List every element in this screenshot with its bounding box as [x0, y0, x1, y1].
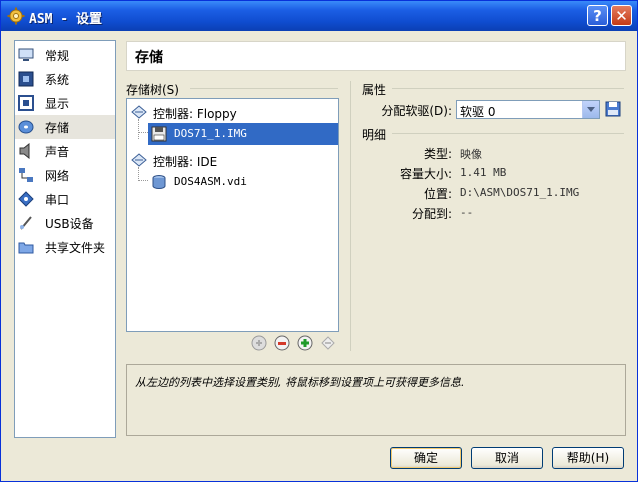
- remove-controller-icon[interactable]: [274, 335, 290, 351]
- tree-item-ide-disk[interactable]: DOS4ASM.vdi: [148, 171, 338, 193]
- folder-icon: [18, 242, 34, 254]
- tree-item-label: DOS71_1.IMG: [174, 127, 247, 140]
- divider: [392, 88, 624, 89]
- sidebar-item-label: USB设备: [45, 217, 94, 231]
- detail-key: 位置:: [423, 187, 452, 201]
- sidebar-item-general[interactable]: 常规: [15, 43, 115, 67]
- sidebar-item-usb[interactable]: USB设备: [15, 211, 115, 235]
- serial-port-icon: [18, 191, 34, 207]
- sidebar-item-system[interactable]: 系统: [15, 67, 115, 91]
- details-label: 明细: [362, 128, 387, 142]
- title-bar[interactable]: ASM - 设置 ? ✕: [1, 1, 637, 31]
- ok-button[interactable]: 确定: [390, 447, 462, 469]
- info-panel: 从左边的列表中选择设置类别, 将鼠标移到设置项上可获得更多信息.: [126, 364, 626, 436]
- sidebar-item-label: 存储: [45, 121, 70, 135]
- display-icon: [18, 95, 34, 111]
- divider: [350, 81, 351, 351]
- tree-connector: [138, 180, 148, 181]
- detail-value-location: D:\ASM\DOS71_1.IMG: [460, 186, 580, 199]
- sidebar-item-label: 声音: [45, 145, 70, 159]
- disk-icon: [18, 120, 34, 134]
- usb-icon: [20, 216, 32, 230]
- sidebar-item-shared-folders[interactable]: 共享文件夹: [15, 235, 115, 259]
- tree-item-floppy-image[interactable]: DOS71_1.IMG: [148, 123, 338, 145]
- add-attachment-icon[interactable]: [297, 335, 313, 351]
- remove-attachment-icon[interactable]: [320, 335, 336, 351]
- monitor-icon: [18, 48, 34, 61]
- settings-category-list: 常规 系统 显示 存储 声音 网络 串口 USB设备 共享文件夹: [14, 40, 116, 438]
- help-title-button[interactable]: ?: [587, 5, 608, 26]
- sidebar-item-label: 系统: [45, 73, 70, 87]
- sidebar-item-storage[interactable]: 存储: [15, 115, 115, 139]
- chip-icon: [18, 71, 34, 87]
- detail-value-attached-to: --: [460, 206, 474, 219]
- attributes-label: 属性: [362, 83, 387, 97]
- add-controller-icon[interactable]: [251, 335, 267, 351]
- info-text: 从左边的列表中选择设置类别, 将鼠标移到设置项上可获得更多信息.: [135, 376, 465, 389]
- dialog-body: 常规 系统 显示 存储 声音 网络 串口 USB设备 共享文件夹 存储 存储树(…: [4, 31, 634, 478]
- detail-value-size: 1.41 MB: [460, 166, 507, 179]
- page-title-box: 存储: [126, 41, 626, 71]
- controller-icon: [131, 153, 147, 167]
- gear-icon: [7, 7, 25, 25]
- tree-item-floppy-controller[interactable]: 控制器: Floppy: [127, 101, 338, 123]
- settings-dialog: ASM - 设置 ? ✕ 常规 系统 显示 存储 声音 网络 串口 USB设备 …: [0, 0, 638, 482]
- tree-item-label: DOS4ASM.vdi: [174, 175, 247, 188]
- sidebar-item-label: 常规: [45, 49, 70, 63]
- tree-item-ide-controller[interactable]: 控制器: IDE: [127, 149, 338, 171]
- speaker-icon: [19, 143, 30, 159]
- sidebar-item-network[interactable]: 网络: [15, 163, 115, 187]
- sidebar-item-label: 网络: [45, 169, 70, 183]
- detail-value-type: 映像: [460, 148, 482, 161]
- window-title: ASM - 设置: [29, 12, 102, 27]
- help-button[interactable]: 帮助(H): [552, 447, 624, 469]
- floppy-drive-select[interactable]: 软驱 0: [456, 100, 600, 119]
- sidebar-item-audio[interactable]: 声音: [15, 139, 115, 163]
- sidebar-item-label: 共享文件夹: [45, 241, 106, 255]
- floppy-icon: [151, 126, 167, 142]
- cancel-button[interactable]: 取消: [471, 447, 543, 469]
- sidebar-item-display[interactable]: 显示: [15, 91, 115, 115]
- detail-key: 分配到:: [411, 207, 452, 221]
- storage-tree[interactable]: 控制器: Floppy DOS71_1.IMG 控制器: IDE DOS4ASM…: [126, 98, 339, 332]
- tree-item-label: 控制器: Floppy: [153, 107, 237, 121]
- network-icon: [19, 168, 33, 182]
- hard-disk-icon: [152, 175, 166, 190]
- storage-tree-label: 存储树(S): [126, 83, 179, 97]
- tree-item-label: 控制器: IDE: [153, 155, 218, 169]
- sidebar-item-label: 显示: [45, 97, 70, 111]
- floppy-drive-label: 分配软驱(D):: [381, 104, 452, 118]
- chevron-down-icon[interactable]: [582, 101, 599, 118]
- close-button[interactable]: ✕: [611, 5, 632, 26]
- controller-icon: [131, 105, 147, 119]
- divider: [392, 133, 624, 134]
- divider: [190, 88, 338, 89]
- sidebar-item-serial-ports[interactable]: 串口: [15, 187, 115, 211]
- choose-image-icon[interactable]: [605, 101, 621, 117]
- detail-key: 容量大小:: [399, 167, 452, 181]
- page-title: 存储: [135, 50, 163, 66]
- tree-connector: [138, 132, 148, 133]
- detail-key: 类型:: [423, 147, 452, 161]
- sidebar-item-label: 串口: [45, 193, 70, 207]
- floppy-drive-value: 软驱 0: [460, 105, 496, 119]
